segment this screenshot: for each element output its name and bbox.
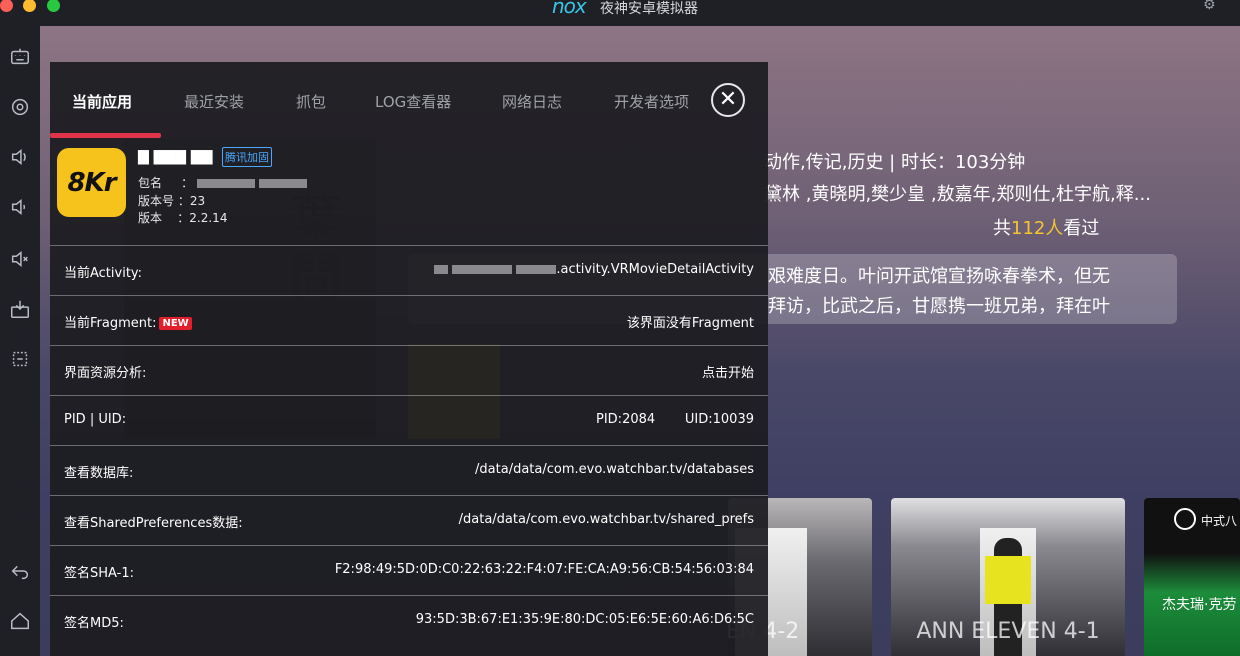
md5-value[interactable]: 93:5D:3B:67:E1:35:9E:80:DC:05:E6:5E:60:A… <box>416 612 754 627</box>
start-analysis-button[interactable]: 点击开始 <box>702 362 754 381</box>
app-info: 8Kr ▇ ▇▇▇ ▇▇ 腾讯加固 包名 ： 版本号 ：23 版本 ：2.2.1… <box>50 140 768 245</box>
protection-badge: 腾讯加固 <box>222 147 272 167</box>
shared-prefs-path[interactable]: /data/data/com.evo.watchbar.tv/shared_pr… <box>459 512 754 527</box>
emulator-toolbar <box>0 26 40 656</box>
dev-tool-panel: 当前应用 最近安装 抓包 LOG查看器 网络日志 开发者选项 ✕ 8Kr ▇ ▇… <box>50 62 768 656</box>
row-fragment: 当前Fragment: NEW 该界面没有Fragment <box>50 295 768 345</box>
app-version-code: 版本号 ：23 <box>138 194 206 208</box>
back-icon[interactable] <box>7 558 33 584</box>
maximize-window-button[interactable] <box>47 0 60 12</box>
mute-icon[interactable] <box>7 246 33 272</box>
nox-logo: nox <box>552 0 587 18</box>
row-shared-prefs: 查看SharedPreferences数据: /data/data/com.ev… <box>50 495 768 545</box>
row-pid-uid: PID | UID: PID:2084 UID:10039 <box>50 395 768 445</box>
row-database: 查看数据库: /data/data/com.evo.watchbar.tv/da… <box>50 445 768 495</box>
app-version: 版本 ：2.2.14 <box>138 211 228 225</box>
screenshot-icon[interactable] <box>7 346 33 372</box>
movie-meta-line: 动作,传记,历史 | 时长：103分钟 <box>764 152 1026 173</box>
close-window-button[interactable] <box>0 0 13 12</box>
volume-up-icon[interactable] <box>7 144 33 170</box>
movie-cast-line: 黛林 ,黄晓明,樊少皇 ,敖嘉年,郑则仕,杜宇航,释... <box>764 184 1151 205</box>
home-icon[interactable] <box>7 608 33 634</box>
pid-value: PID:2084 <box>596 412 656 427</box>
activity-value[interactable]: .activity.VRMovieDetailActivity <box>434 262 754 277</box>
movie-description: 艰难度日。叶问开武馆宣扬咏春拳术，但无 拜访，比武之后，甘愿携一班兄弟，拜在叶 <box>768 266 1110 317</box>
active-tab-indicator <box>50 133 161 138</box>
watch-count: 共112人看过 <box>993 218 1100 239</box>
keyboard-icon[interactable] <box>7 44 33 70</box>
location-icon[interactable] <box>7 94 33 120</box>
sha1-value[interactable]: F2:98:49:5D:0D:C0:22:63:22:F4:07:FE:CA:A… <box>335 562 754 577</box>
tab-recent-install[interactable]: 最近安装 <box>184 91 244 112</box>
app-icon: 8Kr <box>57 148 126 217</box>
row-sha1: 签名SHA-1: F2:98:49:5D:0D:C0:22:63:22:F4:0… <box>50 545 768 595</box>
row-resource-analysis: 界面资源分析: 点击开始 <box>50 345 768 395</box>
volume-down-icon[interactable] <box>7 194 33 220</box>
window-title: 夜神安卓模拟器 <box>600 1 698 17</box>
minimize-window-button[interactable] <box>23 0 36 12</box>
close-panel-button[interactable]: ✕ <box>711 83 745 117</box>
new-badge: NEW <box>159 317 192 330</box>
tab-developer-options[interactable]: 开发者选项 <box>614 91 692 112</box>
snooker-logo-icon <box>1174 508 1196 530</box>
app-package: 包名 ： <box>138 174 307 191</box>
row-md5: 签名MD5: 93:5D:3B:67:E1:35:9E:80:DC:05:E6:… <box>50 595 768 645</box>
close-icon: ✕ <box>718 87 738 112</box>
tab-capture[interactable]: 抓包 <box>296 91 326 112</box>
row-activity: 当前Activity: .activity.VRMovieDetailActiv… <box>50 245 768 295</box>
tab-log-viewer[interactable]: LOG查看器 <box>375 91 451 112</box>
recommend-thumb-3[interactable]: 中式八 杰夫瑞·克劳 <box>1144 498 1240 656</box>
tab-current-app[interactable]: 当前应用 <box>72 91 132 112</box>
recommend-thumb-2[interactable]: ANN ELEVEN 4-1 <box>891 498 1125 656</box>
window-titlebar: nox 夜神安卓模拟器 ⚙ <box>0 0 1240 26</box>
tab-network-log[interactable]: 网络日志 <box>502 91 562 112</box>
uid-value: UID:10039 <box>684 412 754 427</box>
app-name: ▇ ▇▇▇ ▇▇ <box>138 149 213 165</box>
settings-gear-icon[interactable]: ⚙ <box>1203 0 1216 13</box>
panel-tabs: 当前应用 最近安装 抓包 LOG查看器 网络日志 开发者选项 ✕ <box>50 62 768 140</box>
apk-install-icon[interactable] <box>7 296 33 322</box>
database-path[interactable]: /data/data/com.evo.watchbar.tv/databases <box>475 462 754 477</box>
